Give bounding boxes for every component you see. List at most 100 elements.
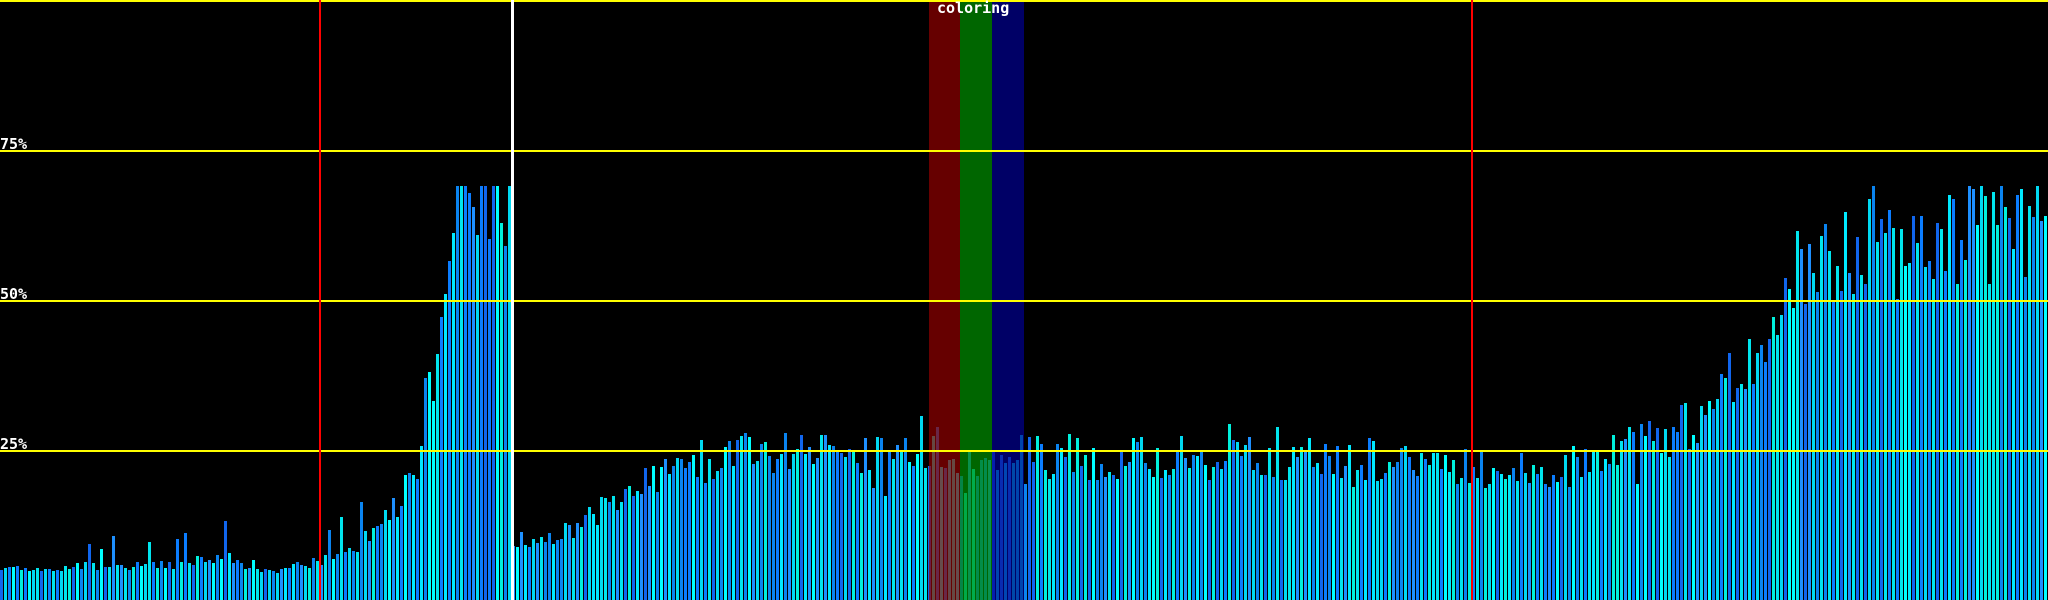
bar — [684, 468, 687, 600]
bar — [868, 470, 871, 600]
bar — [492, 186, 495, 600]
bar — [1344, 466, 1347, 600]
bar — [100, 549, 103, 600]
bar — [532, 539, 535, 600]
bar — [1664, 429, 1667, 600]
bar — [1172, 469, 1175, 600]
bar — [156, 568, 159, 600]
bar — [564, 523, 567, 600]
bar — [1760, 345, 1763, 600]
bar — [1460, 478, 1463, 600]
bar — [1072, 472, 1075, 600]
red-marker-line — [1471, 0, 1473, 600]
bar — [528, 547, 531, 600]
bar — [1900, 229, 1903, 600]
bar — [360, 502, 363, 600]
bar — [1368, 438, 1371, 600]
bar — [788, 469, 791, 600]
bar — [196, 556, 199, 600]
bar — [1196, 456, 1199, 600]
bar — [1576, 457, 1579, 600]
bar — [1808, 244, 1811, 600]
bar — [296, 562, 299, 600]
bar — [408, 473, 411, 600]
bar — [136, 562, 139, 600]
bar — [1164, 470, 1167, 600]
bar — [76, 563, 79, 600]
bar — [1216, 462, 1219, 600]
bar — [1928, 261, 1931, 600]
bar — [796, 449, 799, 600]
bar — [1880, 219, 1883, 600]
bar — [676, 458, 679, 600]
bar — [1256, 463, 1259, 600]
white-marker-line — [511, 0, 514, 600]
bar — [448, 261, 451, 600]
bar — [1968, 186, 1971, 600]
bar — [252, 560, 255, 600]
bar — [880, 438, 883, 600]
bar — [1784, 278, 1787, 600]
bar — [1432, 453, 1435, 600]
bar — [1160, 478, 1163, 600]
bar — [1420, 453, 1423, 600]
bar — [1296, 457, 1299, 600]
bar — [1288, 467, 1291, 600]
bar — [1804, 304, 1807, 600]
bar — [1204, 465, 1207, 600]
bar — [24, 568, 27, 600]
bar — [1048, 479, 1051, 600]
bar — [1200, 451, 1203, 600]
bar — [104, 567, 107, 600]
bar — [1448, 472, 1451, 600]
bar — [1272, 477, 1275, 600]
bar — [1180, 436, 1183, 600]
bar — [1916, 243, 1919, 600]
bar — [1100, 464, 1103, 600]
bar — [652, 466, 655, 600]
bar — [1444, 455, 1447, 600]
bar — [712, 479, 715, 600]
bar — [1308, 438, 1311, 600]
bar — [1328, 456, 1331, 600]
bar — [2040, 221, 2043, 600]
bar — [772, 473, 775, 600]
bar — [392, 498, 395, 600]
bar — [1764, 362, 1767, 600]
bar — [324, 555, 327, 600]
bar — [216, 555, 219, 600]
bar — [444, 294, 447, 600]
bar — [576, 523, 579, 600]
bar — [540, 537, 543, 600]
bar — [384, 510, 387, 600]
bar — [1184, 458, 1187, 600]
bar — [232, 563, 235, 600]
bar — [1488, 484, 1491, 600]
bar — [1292, 447, 1295, 600]
bar — [1860, 275, 1863, 600]
bar — [376, 526, 379, 600]
bar — [1652, 441, 1655, 600]
bar — [396, 517, 399, 600]
bar — [1428, 465, 1431, 600]
bar — [1312, 467, 1315, 600]
bar — [1592, 450, 1595, 600]
bar — [1152, 477, 1155, 600]
bar — [908, 462, 911, 600]
axis-label-75: 75% — [0, 135, 28, 153]
bar — [256, 569, 259, 600]
bar — [1700, 406, 1703, 600]
bar — [1096, 480, 1099, 600]
bar — [1768, 339, 1771, 600]
bar — [1052, 474, 1055, 600]
bar — [1696, 443, 1699, 600]
bar — [632, 496, 635, 600]
bar — [592, 514, 595, 600]
gridline — [0, 0, 2048, 2]
bar — [388, 520, 391, 600]
bar — [1552, 475, 1555, 600]
bar — [656, 492, 659, 600]
bar — [744, 433, 747, 600]
bar — [1036, 436, 1039, 600]
bar — [864, 438, 867, 600]
